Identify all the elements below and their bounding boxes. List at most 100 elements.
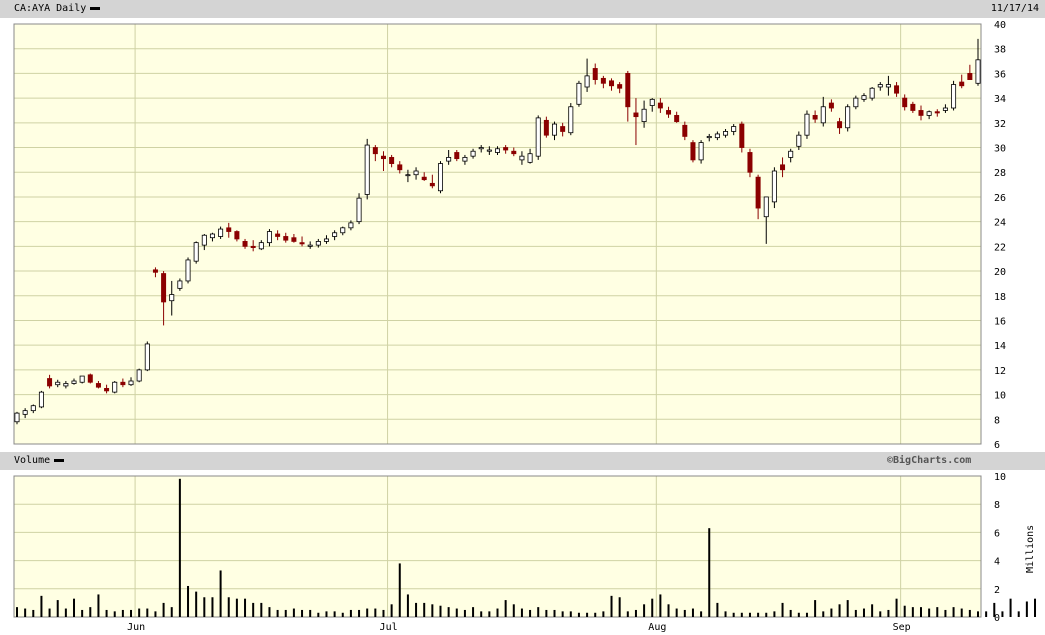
candle-body — [486, 149, 492, 152]
volume-bar — [463, 609, 466, 617]
volume-bar — [73, 598, 76, 617]
price-tick-label: 40 — [994, 20, 1006, 31]
candle-body — [47, 378, 53, 387]
volume-bar — [301, 609, 304, 617]
candle-body — [364, 144, 370, 195]
candle-body — [967, 73, 973, 80]
volume-bar — [732, 612, 735, 617]
candle-body — [723, 131, 729, 136]
volume-bar — [333, 611, 336, 617]
volume-bar — [846, 600, 849, 617]
candle-body — [503, 147, 509, 151]
volume-bar — [447, 607, 450, 617]
volume-bar — [496, 608, 499, 617]
volume-bar — [944, 609, 947, 617]
candle-body — [584, 75, 590, 88]
candle-body — [519, 155, 525, 161]
volume-bar — [757, 612, 760, 617]
volume-axis-label: Millions — [1025, 525, 1036, 573]
month-label: Aug — [648, 622, 666, 633]
volume-bar — [977, 611, 979, 617]
candle-body — [527, 153, 533, 163]
candle-body — [372, 147, 378, 155]
price-tick-label: 12 — [994, 366, 1006, 377]
candle-body — [63, 383, 69, 387]
volume-bar — [1025, 601, 1028, 617]
volume-bar — [895, 598, 898, 617]
volume-bar — [838, 604, 841, 617]
candle-body — [22, 410, 28, 415]
volume-bar — [651, 598, 654, 617]
candle-body — [275, 233, 281, 237]
volume-bar — [187, 585, 190, 617]
candle-body — [14, 412, 20, 423]
volume-bar — [472, 607, 475, 617]
price-tick-label: 26 — [994, 193, 1006, 204]
volume-bar — [162, 602, 165, 617]
volume-bar — [537, 607, 540, 617]
price-tick-label: 36 — [994, 69, 1006, 80]
price-plot-area — [14, 24, 981, 444]
candle-body — [951, 84, 957, 109]
volume-bar — [16, 607, 18, 617]
candle-body — [494, 148, 500, 153]
candle-body — [698, 142, 704, 161]
volume-bar — [659, 594, 662, 617]
volume-bar — [24, 608, 27, 617]
volume-bar — [178, 478, 181, 617]
price-tick-label: 18 — [994, 292, 1006, 303]
candle-body — [739, 123, 745, 148]
candle-body — [942, 107, 948, 111]
month-label: Sep — [893, 622, 911, 633]
candle-body — [535, 117, 541, 157]
candle-body — [218, 228, 224, 237]
candle-body — [877, 84, 883, 88]
volume-bar — [602, 611, 605, 617]
candle-body — [389, 157, 395, 164]
candle-body — [446, 157, 452, 162]
candle-body — [152, 269, 158, 273]
candle-body — [380, 155, 386, 160]
volume-bar — [748, 612, 751, 617]
candle-body — [576, 82, 582, 105]
volume-bar — [89, 607, 92, 617]
candle-body — [397, 164, 403, 171]
candle-body — [340, 227, 346, 234]
candle-body — [788, 150, 794, 158]
candle-body — [666, 110, 672, 115]
price-tick-label: 34 — [994, 94, 1006, 105]
volume-bar — [683, 609, 686, 617]
volume-bar — [871, 604, 874, 617]
candle-body — [828, 102, 834, 109]
candle-body — [511, 150, 517, 155]
volume-bar — [113, 611, 116, 617]
price-tick-label: 8 — [994, 415, 1000, 426]
candle-body — [625, 73, 631, 108]
candle-body — [55, 381, 61, 386]
candle-body — [894, 85, 900, 94]
volume-bar — [724, 611, 727, 617]
candle-body — [657, 102, 663, 109]
candle-body — [291, 237, 297, 242]
candle-body — [30, 405, 36, 412]
candle-body — [926, 111, 932, 116]
candle-body — [169, 294, 175, 302]
volume-bar — [1017, 611, 1020, 617]
candle-body — [478, 147, 484, 150]
candle-body — [617, 84, 623, 89]
volume-bar — [610, 595, 613, 617]
candle-body — [470, 150, 476, 157]
volume-bar — [439, 605, 442, 617]
candle-body — [348, 222, 354, 229]
volume-bar — [968, 609, 971, 617]
volume-bar — [960, 608, 963, 617]
candle-body — [592, 68, 598, 80]
volume-bar — [390, 604, 393, 617]
volume-bar — [309, 609, 312, 617]
candle-body — [771, 170, 777, 203]
volume-bar — [1009, 598, 1012, 617]
candle-body — [323, 238, 329, 242]
candle-body — [462, 157, 468, 162]
volume-bar — [406, 594, 409, 617]
price-panel: 6 8 10 12 14 16 18 20 22 24 26 28 30 32 34 36 38 40 — [13, 20, 1006, 451]
